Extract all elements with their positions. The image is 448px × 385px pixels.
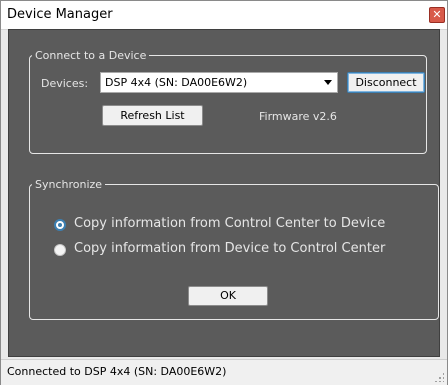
disconnect-label: Disconnect bbox=[355, 76, 417, 89]
ok-label: OK bbox=[220, 289, 236, 302]
synchronize-group: Synchronize Copy information from Contro… bbox=[29, 178, 439, 320]
firmware-version: Firmware v2.6 bbox=[259, 110, 337, 123]
disconnect-button[interactable]: Disconnect bbox=[347, 72, 425, 93]
synchronize-group-title: Synchronize bbox=[35, 178, 103, 191]
window-title: Device Manager bbox=[7, 7, 113, 22]
connection-status: Connected to DSP 4x4 (SN: DA00E6W2) bbox=[7, 365, 227, 378]
connect-group: Connect to a Device Devices: DSP 4x4 (SN… bbox=[29, 49, 427, 154]
refresh-list-button[interactable]: Refresh List bbox=[102, 105, 203, 126]
ok-button[interactable]: OK bbox=[188, 286, 268, 306]
devices-label: Devices: bbox=[41, 77, 89, 90]
device-manager-window: Device Manager ✕ Connect to a Device Dev… bbox=[0, 0, 448, 385]
close-button[interactable]: ✕ bbox=[429, 7, 445, 23]
sync-option-label: Copy information from Control Center to … bbox=[74, 216, 386, 231]
devices-select-value: DSP 4x4 (SN: DA00E6W2) bbox=[105, 76, 248, 89]
chevron-down-icon bbox=[324, 80, 332, 85]
status-bar: Connected to DSP 4x4 (SN: DA00E6W2) bbox=[1, 359, 447, 385]
sync-option-to-device[interactable]: Copy information from Control Center to … bbox=[54, 216, 414, 234]
resize-grip-icon[interactable] bbox=[434, 372, 444, 382]
sync-option-from-device[interactable]: Copy information from Device to Control … bbox=[54, 241, 414, 259]
radio-checked-icon[interactable] bbox=[54, 219, 66, 231]
devices-select[interactable]: DSP 4x4 (SN: DA00E6W2) bbox=[100, 72, 338, 93]
refresh-list-label: Refresh List bbox=[120, 109, 185, 122]
sync-option-label: Copy information from Device to Control … bbox=[74, 241, 386, 256]
title-bar[interactable]: Device Manager ✕ bbox=[1, 1, 447, 30]
radio-unchecked-icon[interactable] bbox=[54, 244, 66, 256]
content-panel: Connect to a Device Devices: DSP 4x4 (SN… bbox=[8, 29, 440, 357]
close-icon: ✕ bbox=[432, 8, 442, 21]
connect-group-title: Connect to a Device bbox=[35, 49, 147, 62]
